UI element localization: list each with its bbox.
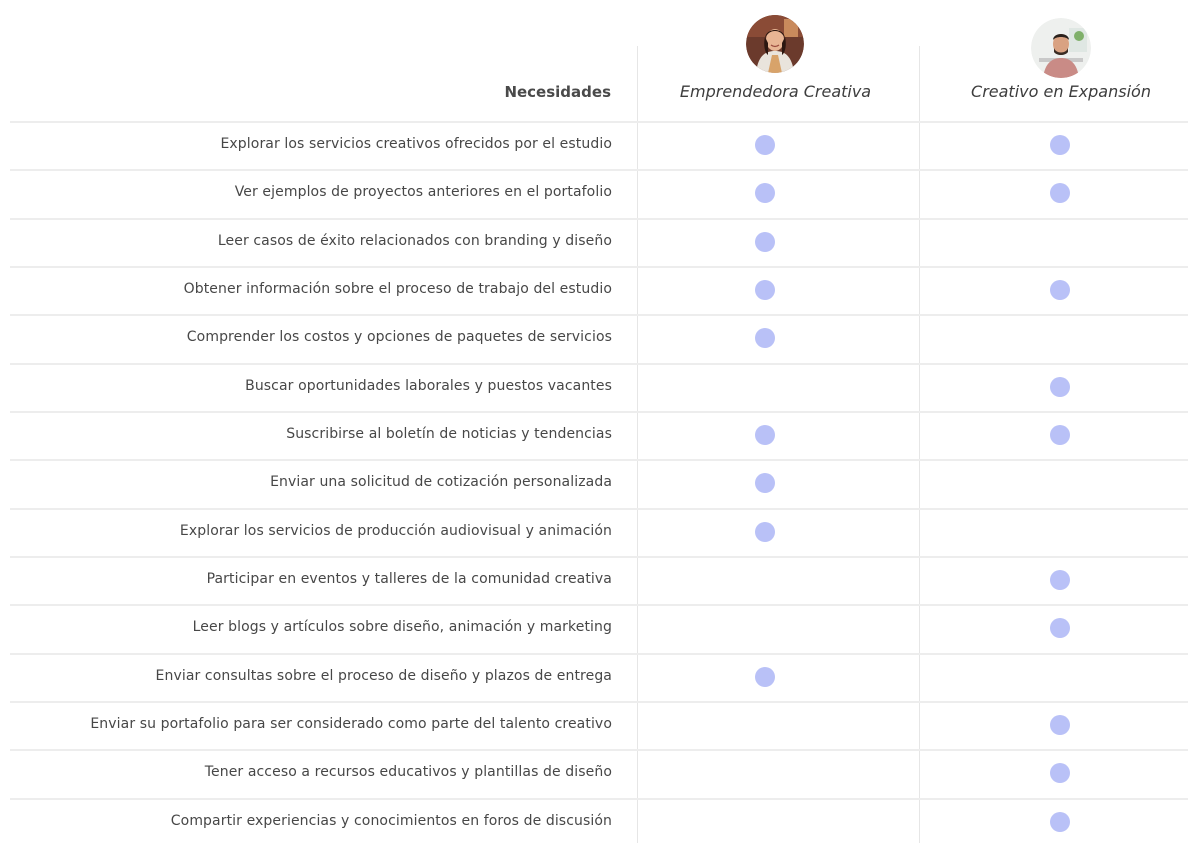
row-divider	[10, 604, 1188, 607]
table-row: Leer blogs y artículos sobre diseño, ani…	[0, 604, 1188, 652]
need-label: Leer blogs y artículos sobre diseño, ani…	[192, 619, 612, 636]
row-divider	[10, 314, 1188, 317]
woman-portrait-avatar-icon	[746, 15, 804, 73]
persona-column-1: Emprendedora Creativa	[638, 0, 919, 121]
need-label: Enviar una solicitud de cotización perso…	[270, 474, 612, 491]
need-label: Tener acceso a recursos educativos y pla…	[204, 764, 612, 781]
man-portrait-avatar-icon	[1031, 18, 1091, 78]
row-divider	[10, 797, 1188, 800]
table-row: Participar en eventos y talleres de la c…	[0, 556, 1188, 604]
row-divider	[10, 217, 1188, 220]
row-divider	[10, 121, 1188, 123]
persona-2-need-dot-icon	[1050, 376, 1070, 397]
need-label: Enviar consultas sobre el proceso de dis…	[155, 667, 612, 684]
persona-1-need-dot-icon	[755, 425, 775, 446]
needs-matrix: Necesidades Emprendedora Creativa Creati…	[0, 0, 1188, 843]
persona-1-need-dot-icon	[755, 183, 775, 204]
persona-1-need-dot-icon	[755, 666, 775, 687]
row-divider	[10, 459, 1188, 462]
persona-2-need-dot-icon	[1050, 425, 1070, 446]
table-row: Leer casos de éxito relacionados con bra…	[0, 217, 1188, 266]
persona-2-need-dot-icon	[1050, 570, 1070, 591]
persona-1-need-dot-icon	[755, 328, 775, 349]
persona-2-need-dot-icon	[1050, 280, 1070, 301]
persona-name-2: Creativo en Expansión	[971, 82, 1151, 101]
need-label: Compartir experiencias y conocimientos e…	[170, 812, 612, 829]
need-label: Ver ejemplos de proyectos anteriores en …	[234, 184, 612, 201]
persona-1-need-dot-icon	[755, 521, 775, 542]
row-divider	[10, 362, 1188, 365]
table-row: Tener acceso a recursos educativos y pla…	[0, 749, 1188, 797]
persona-2-need-dot-icon	[1050, 618, 1070, 639]
row-divider	[10, 749, 1188, 752]
persona-1-need-dot-icon	[755, 280, 775, 301]
need-label: Enviar su portafolio para ser considerad…	[90, 716, 612, 733]
persona-1-need-dot-icon	[755, 231, 775, 252]
row-divider	[10, 701, 1188, 704]
persona-column-2: Creativo en Expansión	[920, 0, 1188, 121]
table-row: Compartir experiencias y conocimientos e…	[0, 797, 1188, 846]
table-row: Explorar los servicios creativos ofrecid…	[0, 121, 1188, 169]
table-row: Explorar los servicios de producción aud…	[0, 507, 1188, 556]
table-row: Enviar consultas sobre el proceso de dis…	[0, 652, 1188, 701]
need-label: Buscar oportunidades laborales y puestos…	[245, 377, 612, 394]
persona-2-need-dot-icon	[1050, 715, 1070, 736]
row-divider	[10, 652, 1188, 655]
table-row: Enviar una solicitud de cotización perso…	[0, 459, 1188, 507]
table-row: Suscribirse al boletín de noticias y ten…	[0, 411, 1188, 459]
persona-2-need-dot-icon	[1050, 763, 1070, 784]
row-divider	[10, 556, 1188, 559]
persona-2-need-dot-icon	[1050, 183, 1070, 204]
persona-1-need-dot-icon	[755, 473, 775, 494]
need-label: Explorar los servicios creativos ofrecid…	[220, 136, 612, 152]
table-row: Obtener información sobre el proceso de …	[0, 266, 1188, 314]
persona-1-need-dot-icon	[755, 135, 775, 155]
row-divider	[10, 169, 1188, 172]
need-label: Leer casos de éxito relacionados con bra…	[217, 232, 612, 249]
persona-2-need-dot-icon	[1050, 811, 1070, 832]
need-label: Comprender los costos y opciones de paqu…	[186, 329, 612, 346]
need-label: Participar en eventos y talleres de la c…	[206, 571, 612, 588]
table-row: Buscar oportunidades laborales y puestos…	[0, 362, 1188, 411]
need-label: Explorar los servicios de producción aud…	[179, 522, 612, 539]
table-row: Comprender los costos y opciones de paqu…	[0, 314, 1188, 362]
needs-rows: Explorar los servicios creativos ofrecid…	[0, 121, 1188, 846]
need-label: Suscribirse al boletín de noticias y ten…	[286, 426, 612, 443]
row-divider	[10, 507, 1188, 510]
table-row: Enviar su portafolio para ser considerad…	[0, 701, 1188, 749]
needs-column-title: Necesidades	[504, 83, 611, 101]
persona-name-1: Emprendedora Creativa	[679, 82, 872, 101]
matrix-header: Necesidades Emprendedora Creativa Creati…	[0, 0, 1188, 121]
need-label: Obtener información sobre el proceso de …	[183, 281, 612, 298]
row-divider	[10, 266, 1188, 269]
persona-2-need-dot-icon	[1050, 135, 1070, 155]
table-row: Ver ejemplos de proyectos anteriores en …	[0, 169, 1188, 217]
row-divider	[10, 411, 1188, 414]
